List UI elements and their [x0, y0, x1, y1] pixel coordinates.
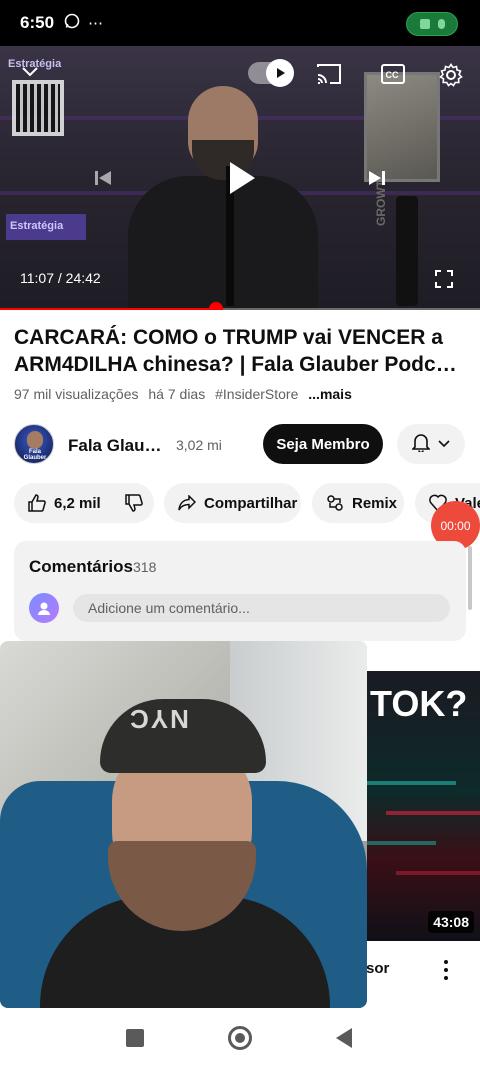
video-metadata[interactable]: 97 mil visualizações há 7 dias #InsiderS… — [14, 386, 358, 402]
back-icon[interactable] — [336, 1028, 352, 1048]
whatsapp-icon — [64, 13, 80, 33]
more-dots-icon: ⋯ — [88, 15, 104, 32]
share-label: Compartilhar — [204, 494, 298, 512]
comments-panel[interactable]: Comentários 318 Adicione um comentário..… — [14, 541, 466, 641]
webcam-cap-text: NYC — [128, 704, 189, 734]
svg-text:CC: CC — [386, 70, 399, 80]
more-options-icon[interactable] — [437, 958, 455, 982]
channel-name[interactable]: Fala Glauber Podcast — [68, 436, 164, 456]
share-button[interactable]: Compartilhar — [164, 483, 301, 523]
background-brand-sign: Estratégia — [6, 214, 86, 240]
channel-avatar-text: Fala Glauber — [23, 449, 47, 461]
status-time: 6:50 — [20, 13, 55, 32]
comments-count: 318 — [133, 559, 157, 575]
scrollbar[interactable] — [468, 546, 472, 610]
video-progress-bar[interactable] — [0, 302, 480, 310]
mic-icon — [437, 19, 445, 29]
recording-indicator — [406, 12, 458, 36]
bell-icon — [411, 432, 431, 457]
camera-icon — [419, 19, 430, 29]
duration: 24:42 — [65, 270, 101, 286]
background-bottle — [396, 196, 418, 306]
subscriber-count: 3,02 mi — [176, 437, 222, 453]
next-video-thumb-text: TOK? — [370, 683, 468, 724]
status-bar: 6:50 ⋯ — [0, 0, 480, 46]
cast-icon[interactable] — [314, 60, 344, 88]
skip-previous-icon[interactable] — [90, 166, 116, 190]
home-icon[interactable] — [228, 1026, 252, 1050]
remix-icon — [327, 495, 343, 511]
add-comment-input[interactable]: Adicione um comentário... — [73, 594, 450, 622]
chevron-down-icon — [438, 435, 450, 453]
video-player[interactable]: Estratégia Estratégia GROWTH CC 11:07 / … — [0, 46, 480, 310]
video-title-line: ARM4DILHA chinesa? | Fala Glauber Podcas… — [14, 353, 464, 376]
remix-button[interactable]: Remix — [312, 483, 404, 523]
channel-row: Fala Glauber Fala Glauber Podcast 3,02 m… — [14, 424, 480, 466]
upload-age: há 7 dias — [148, 386, 206, 402]
captions-icon[interactable]: CC — [378, 60, 408, 88]
video-timecode: 11:07 / 24:42 — [20, 270, 101, 286]
time-separator: / — [54, 270, 66, 286]
skip-next-icon[interactable] — [364, 166, 390, 190]
video-title-line: CARCARÁ: COMO o TRUMP vai VENCER a — [14, 326, 443, 349]
share-icon — [178, 495, 196, 511]
fullscreen-icon[interactable] — [432, 268, 456, 290]
webcam-overlay[interactable]: NYC — [0, 641, 367, 1008]
like-count: 6,2 mil — [54, 494, 101, 512]
autoplay-toggle-icon — [266, 59, 294, 87]
join-button[interactable]: Seja Membro — [263, 424, 383, 464]
video-scrubber-handle[interactable] — [209, 302, 223, 310]
recents-icon[interactable] — [126, 1029, 144, 1047]
next-video-thumbnail[interactable]: TOK? 43:08 — [366, 671, 480, 941]
autoplay-toggle[interactable] — [248, 59, 294, 87]
thumbs-up-icon — [28, 494, 46, 512]
next-video-duration: 43:08 — [428, 911, 474, 933]
view-count: 97 mil visualizações — [14, 386, 139, 402]
notification-settings-button[interactable] — [397, 424, 465, 464]
video-progress-fill — [0, 308, 216, 310]
gear-icon[interactable] — [436, 60, 466, 90]
video-speaker — [120, 76, 320, 310]
remix-label: Remix — [352, 494, 398, 512]
comments-title: Comentários — [29, 557, 133, 576]
chevron-down-icon[interactable] — [16, 60, 44, 84]
like-dislike-button[interactable]: 6,2 mil — [14, 483, 154, 523]
user-avatar — [29, 593, 59, 623]
next-video-title[interactable]: sor — [366, 960, 389, 977]
channel-avatar[interactable]: Fala Glauber — [14, 424, 54, 464]
screen: 6:50 ⋯ Estratégia Estratégia GROWTH CC 1… — [0, 0, 480, 1066]
more-description-link[interactable]: ...mais — [308, 386, 352, 402]
thumbs-down-icon[interactable] — [124, 494, 143, 512]
video-title[interactable]: CARCARÁ: COMO o TRUMP vai VENCER a ARM4D… — [14, 324, 464, 378]
system-nav-bar — [0, 1010, 480, 1066]
action-bar: 6,2 mil Compartilhar Remix Valeu — [14, 483, 480, 523]
play-icon[interactable] — [222, 156, 262, 200]
hashtag-link[interactable]: #InsiderStore — [215, 386, 298, 402]
background-qr-code — [12, 80, 64, 136]
current-time: 11:07 — [20, 270, 54, 286]
